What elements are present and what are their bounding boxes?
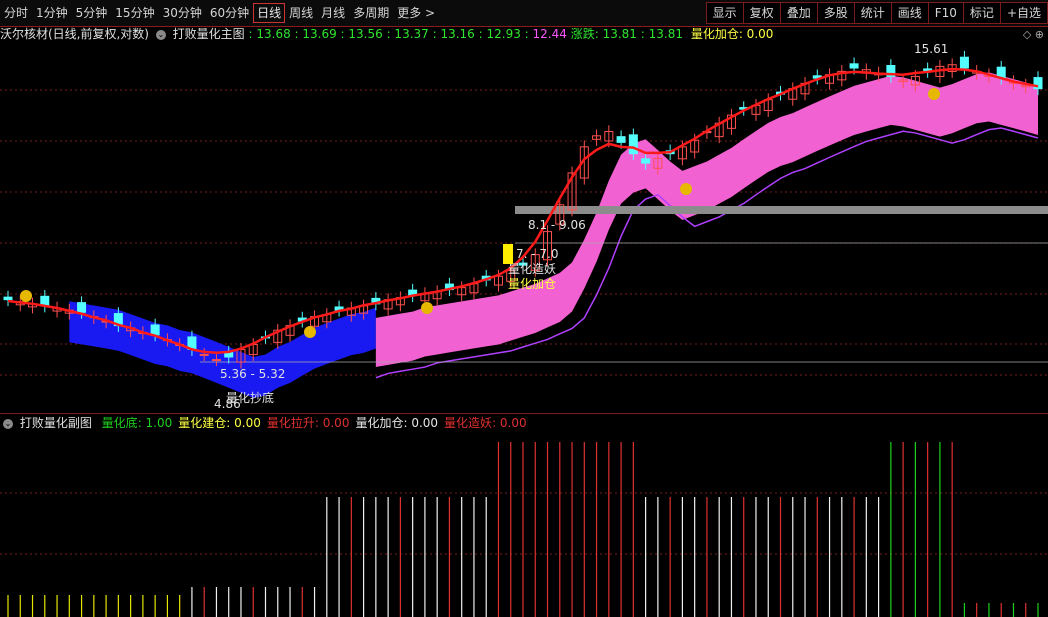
sub-legend-label-4: 量化造妖: [444, 416, 493, 430]
low-range-label: 5.36 - 5.32: [220, 367, 285, 381]
candle-body-17: [211, 359, 221, 362]
candle-body-78: [959, 56, 969, 69]
period-tab-3[interactable]: 15分钟: [111, 0, 158, 26]
stock-title[interactable]: 沃尔核材(日线,前复权,对数): [0, 27, 149, 41]
sub-indicator-name[interactable]: 打败量化副图: [20, 416, 92, 430]
candle-body-16: [199, 353, 209, 356]
sub-legend-value-2: : 0.00: [314, 416, 350, 430]
toolbar-button-5[interactable]: 画线: [890, 2, 929, 24]
period-tab-4[interactable]: 30分钟: [159, 0, 206, 26]
period-tab-0[interactable]: 分时: [0, 0, 32, 26]
zaoyao-label: 量化造妖: [508, 262, 556, 276]
candle-body-52: [641, 158, 651, 164]
period-tabs: 分时 1分钟 5分钟 15分钟 30分钟 60分钟 日线 周线 月线 多周期 更多 >: [0, 0, 439, 26]
panel-corner-icons[interactable]: ◇ ⊕: [1023, 28, 1044, 41]
period-tab-6[interactable]: 日线: [253, 3, 286, 23]
money-bag-icon-3: [680, 183, 692, 195]
jiacang-marker-label: 量化加仓: [508, 277, 556, 291]
sub-indicator-chart[interactable]: [0, 431, 1048, 617]
jiacang-value: : 0.00: [738, 27, 774, 41]
mid-level-label: 8.1 - 9.06: [528, 218, 586, 232]
sub-legend-label-2: 量化拉升: [266, 416, 315, 430]
candle-body-0: [3, 296, 13, 301]
sub-legend: ⌄ 打败量化副图 量化底: 1.00 量化建仓: 0.00 量化拉升: 0.00 量化…: [0, 415, 527, 431]
main-legend: 沃尔核材(日线,前复权,对数) ⌄ 打败量化主图 : 13.68 : 13.69…: [0, 26, 773, 42]
toolbar-button-3[interactable]: 多股: [816, 2, 855, 24]
high-label: 15.61: [914, 42, 948, 56]
period-tab-5[interactable]: 60分钟: [206, 0, 253, 26]
sub-indicator-settings-icon[interactable]: ⌄: [3, 418, 13, 429]
main-indicator-name[interactable]: 打败量化主图: [173, 27, 245, 41]
candle-body-50: [616, 136, 626, 143]
toolbar-button-2[interactable]: 叠加: [779, 2, 818, 24]
period-tab-8[interactable]: 月线: [317, 0, 349, 26]
money-bag-icon-4: [928, 88, 940, 100]
toolbar-button-0[interactable]: 显示: [705, 2, 744, 24]
resistance-bar: [515, 206, 1048, 214]
period-tab-7[interactable]: 周线: [285, 0, 317, 26]
toolbar-button-1[interactable]: 复权: [742, 2, 781, 24]
candle-body-69: [849, 63, 859, 69]
sub-legend-value-1: : 0.00: [226, 416, 261, 430]
chaodi-label: 量化抄底: [226, 390, 274, 405]
toolbar-button-8[interactable]: +自选: [999, 2, 1048, 24]
zhangdie-label: 涨跌: [570, 27, 595, 41]
toolbar-button-7[interactable]: 标记: [962, 2, 1001, 24]
ma-band-pink: [375, 72, 1038, 367]
sub-legend-label-1: 量化建仓: [178, 416, 227, 430]
candle-body-12: [150, 324, 160, 336]
yellow-marker: [503, 244, 513, 264]
money-bag-icon-1: [421, 302, 433, 314]
sub-legend-label-3: 量化加仓: [355, 416, 404, 430]
panel-divider[interactable]: [0, 413, 1048, 414]
main-price-chart[interactable]: 15.618.1 - 9.067. - 7.05.36 - 5.324.86量化…: [0, 42, 1048, 413]
toolbar-button-4[interactable]: 统计: [853, 2, 892, 24]
sub-legend-items: 量化底: 1.00 量化建仓: 0.00 量化拉升: 0.00 量化加仓: 0.00 量…: [96, 416, 527, 430]
candle-body-51: [628, 134, 638, 155]
jiacang-label: 量化加仓: [690, 27, 739, 41]
magenta-value: 12.44: [532, 27, 567, 41]
zhangdie-values: : 13.81 : 13.81: [594, 27, 683, 41]
period-tab-2[interactable]: 5分钟: [72, 0, 112, 26]
sub-legend-label-0: 量化底: [101, 416, 138, 430]
toolbar: 分时 1分钟 5分钟 15分钟 30分钟 60分钟 日线 周线 月线 多周期 更多 > 显示 复权 叠加…: [0, 0, 1048, 27]
period-tab-9[interactable]: 多周期: [349, 0, 393, 26]
money-bag-icon-0: [20, 290, 32, 302]
main-indicator-values: : 13.68 : 13.69 : 13.56 : 13.37 : 13.16 …: [248, 27, 529, 41]
sub-legend-value-4: : 0.00: [492, 416, 527, 430]
toolbar-button-6[interactable]: F10: [927, 2, 964, 24]
period-tab-10[interactable]: 更多 >: [393, 0, 439, 26]
money-bag-icon-2: [304, 326, 316, 338]
low-level-label: 7. - 7.0: [516, 247, 559, 261]
period-tab-1[interactable]: 1分钟: [32, 0, 72, 26]
sub-legend-value-3: : 0.00: [403, 416, 439, 430]
sub-legend-value-0: : 1.00: [137, 416, 173, 430]
candle-body-6: [77, 302, 87, 313]
toolbar-buttons: 显示 复权 叠加 多股 统计 画线 F10 标记 +自选: [705, 2, 1048, 24]
indicator-settings-icon[interactable]: ⌄: [155, 29, 166, 40]
